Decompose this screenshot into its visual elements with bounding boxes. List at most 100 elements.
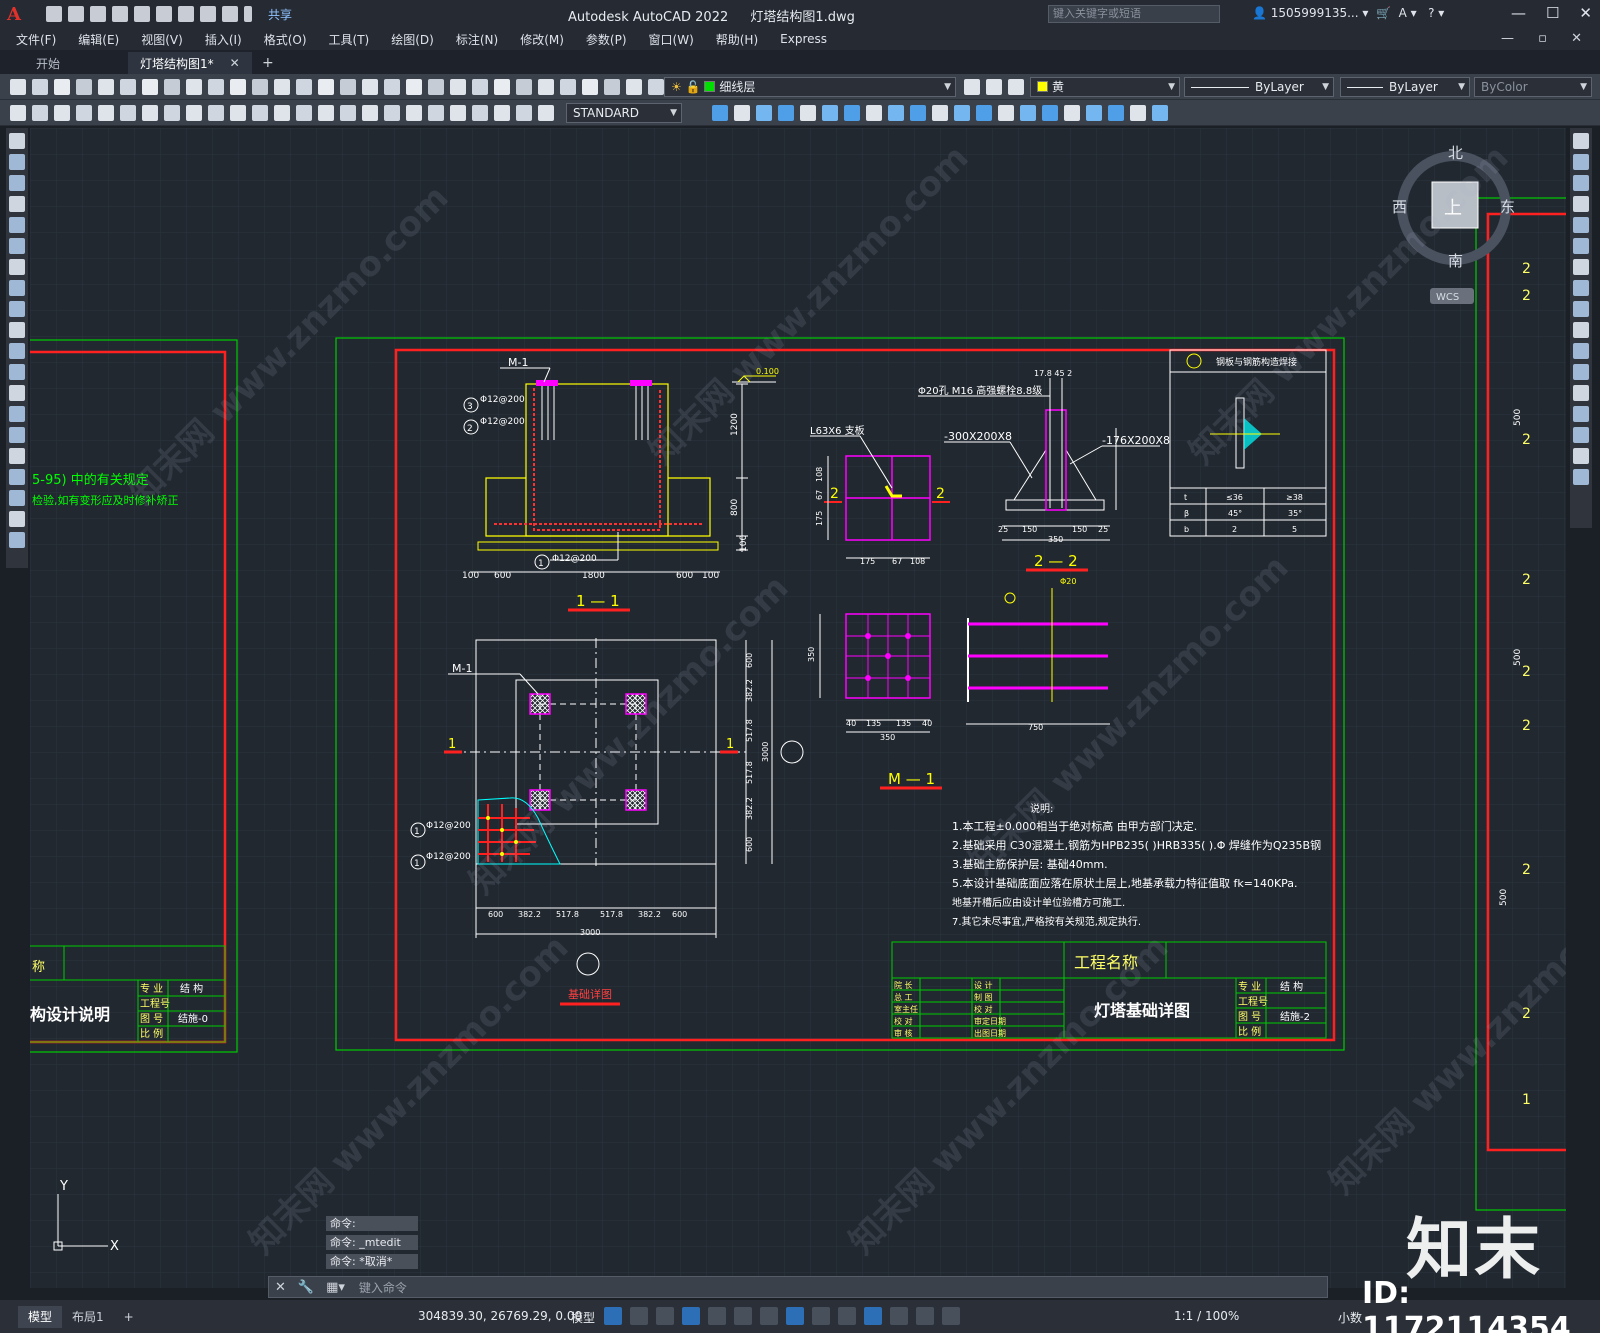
jog-line-icon[interactable] (362, 105, 378, 121)
menu-parametric[interactable]: 参数(P) (586, 31, 627, 48)
tab-model[interactable]: 模型 (18, 1305, 63, 1328)
rectangle-icon[interactable] (9, 196, 25, 212)
dim-baseline-icon[interactable] (208, 105, 224, 121)
menu-help[interactable]: 帮助(H) (716, 31, 758, 48)
tolerance-icon[interactable] (296, 105, 312, 121)
camera-icon[interactable] (866, 105, 882, 121)
move-icon[interactable] (1573, 238, 1589, 254)
compass-east[interactable]: 东 (1500, 198, 1515, 216)
plot-icon[interactable] (76, 79, 92, 95)
ellipse-icon[interactable] (9, 301, 25, 317)
customize-qat-icon[interactable] (244, 6, 252, 22)
annotation-scale[interactable]: 1:1 / 100% (1174, 1309, 1239, 1323)
command-close-icon[interactable]: ✕ (275, 1280, 286, 1295)
circle-icon[interactable] (9, 238, 25, 254)
match-icon[interactable] (208, 79, 224, 95)
markup-icon[interactable] (428, 79, 444, 95)
blend-icon[interactable] (1573, 469, 1589, 485)
snap-toggle-icon[interactable] (630, 1307, 648, 1325)
units-display[interactable]: 小数 (1338, 1309, 1362, 1326)
dim-linear-icon[interactable] (10, 105, 26, 121)
publish-icon[interactable] (120, 79, 136, 95)
point-icon[interactable] (9, 385, 25, 401)
text-icon[interactable] (9, 511, 25, 527)
sheet-set-icon[interactable] (406, 79, 422, 95)
paste-icon[interactable] (186, 79, 202, 95)
polar-toggle-icon[interactable] (708, 1307, 726, 1325)
cut-icon[interactable] (142, 79, 158, 95)
menu-view[interactable]: 视图(V) (141, 31, 183, 48)
open-icon[interactable] (560, 79, 576, 95)
ortho-toggle-icon[interactable] (682, 1307, 700, 1325)
dim-aligned-icon[interactable] (32, 105, 48, 121)
new-tab-button[interactable]: + (262, 55, 274, 71)
save-icon[interactable] (54, 79, 70, 95)
linetype-dropdown[interactable]: ByLayer ▼ (1184, 77, 1334, 97)
erase-icon[interactable] (1573, 133, 1589, 149)
menu-tools[interactable]: 工具(T) (329, 31, 370, 48)
compass-north[interactable]: 北 (1448, 144, 1463, 162)
save-icon[interactable] (90, 6, 106, 22)
dim-angular-icon[interactable] (164, 105, 180, 121)
text-style-dropdown[interactable]: STANDARD ▼ (566, 103, 682, 123)
wcs-menu[interactable]: WCS (1436, 292, 1459, 303)
new-icon[interactable] (10, 79, 26, 95)
color-dropdown[interactable]: 黄 ▼ (1030, 77, 1180, 97)
preview-icon[interactable] (98, 79, 114, 95)
zoom-icon[interactable] (296, 79, 312, 95)
explode-icon[interactable] (1573, 448, 1589, 464)
array-icon[interactable] (1573, 217, 1589, 233)
undo-icon[interactable] (200, 6, 216, 22)
properties-icon[interactable] (340, 79, 356, 95)
tab-layout1[interactable]: 布局1 (62, 1306, 114, 1328)
redo-icon[interactable] (252, 79, 268, 95)
scale-icon[interactable] (1573, 280, 1589, 296)
dim-diameter-icon[interactable] (142, 105, 158, 121)
copy-icon[interactable] (164, 79, 180, 95)
drawing-canvas[interactable]: 5-95) 中的有关规定 检验,如有变形应及时修补矫正 称 构设计说明 专 业 … (30, 128, 1566, 1288)
layer-match-icon[interactable] (964, 79, 980, 95)
dim-continue-icon[interactable] (230, 105, 246, 121)
dim-arc-icon[interactable] (494, 105, 510, 121)
make-block-icon[interactable] (9, 364, 25, 380)
layer-iso-icon[interactable] (1008, 79, 1024, 95)
zoom-window-icon[interactable] (318, 79, 334, 95)
camera-icon[interactable] (1130, 105, 1146, 121)
infer-toggle-icon[interactable] (656, 1307, 674, 1325)
tab-drawing[interactable]: 灯塔结构图1* ✕ (128, 52, 252, 74)
calc-icon[interactable] (450, 79, 466, 95)
dim-ordinate-icon[interactable] (76, 105, 92, 121)
revcloud-icon[interactable] (9, 259, 25, 275)
polygon-icon[interactable] (9, 217, 25, 233)
menu-edit[interactable]: 编辑(E) (78, 31, 119, 48)
fillet-icon[interactable] (1573, 427, 1589, 443)
dim-jogged-icon[interactable] (120, 105, 136, 121)
pan-icon[interactable] (274, 79, 290, 95)
dim-break-icon[interactable] (274, 105, 290, 121)
osnap-track-toggle-icon[interactable] (760, 1307, 778, 1325)
center-mark-icon[interactable] (318, 105, 334, 121)
dynamic-ucs-toggle-icon[interactable] (916, 1307, 934, 1325)
material-icon[interactable] (1108, 105, 1124, 121)
dim-linear-icon[interactable] (450, 105, 466, 121)
autocad-logo-icon[interactable]: A (0, 0, 28, 28)
line-icon[interactable] (9, 133, 25, 149)
help-icon[interactable] (472, 79, 488, 95)
menu-window[interactable]: 窗口(W) (649, 31, 694, 48)
dim-text-edit-icon[interactable] (406, 105, 422, 121)
polyline-icon[interactable] (9, 154, 25, 170)
layer-dropdown[interactable]: ☀ 🔓 细线层 ▼ (664, 77, 956, 97)
maximize-icon[interactable]: ☐ (1546, 4, 1559, 22)
dim-radius-icon[interactable] (98, 105, 114, 121)
orbit-icon[interactable] (756, 105, 772, 121)
menu-draw[interactable]: 绘图(D) (391, 31, 434, 48)
rotate-icon[interactable] (1573, 259, 1589, 275)
user-account[interactable]: 👤 1505999135... ▾ 🛒 A ▾ ? ▾ (1252, 6, 1444, 20)
section-icon[interactable] (932, 105, 948, 121)
open-web-icon[interactable] (134, 6, 150, 22)
lineweight-toggle-icon[interactable] (812, 1307, 830, 1325)
copy-icon[interactable] (1573, 154, 1589, 170)
spline-icon[interactable] (9, 280, 25, 296)
material-icon[interactable] (844, 105, 860, 121)
command-customize-icon[interactable]: 🔧 (298, 1280, 314, 1295)
